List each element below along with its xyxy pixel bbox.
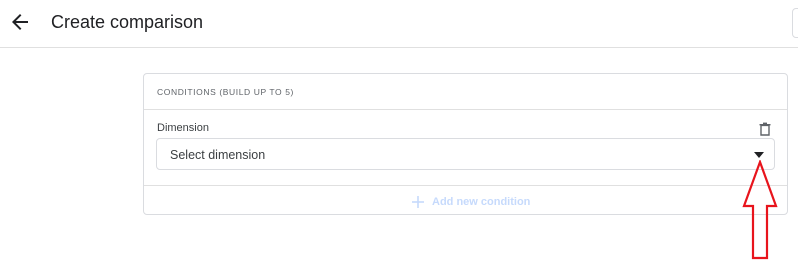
add-condition-label: Add new condition	[432, 196, 531, 208]
card-divider	[144, 185, 787, 186]
header-right-control[interactable]	[792, 8, 798, 38]
back-button[interactable]	[8, 10, 32, 34]
add-condition-button[interactable]: Add new condition	[412, 192, 530, 212]
conditions-card: CONDITIONS (BUILD UP TO 5) Dimension Sel…	[143, 73, 788, 215]
dropdown-arrow-icon[interactable]	[754, 152, 764, 158]
red-annotation-arrow	[742, 160, 778, 260]
dimension-select-value: Select dimension	[170, 148, 266, 162]
trash-icon	[759, 122, 771, 136]
dimension-label: Dimension	[157, 122, 209, 134]
create-comparison-page: Create comparison CONDITIONS (BUILD UP T…	[0, 0, 798, 268]
conditions-card-header: CONDITIONS (BUILD UP TO 5)	[144, 74, 787, 110]
dimension-select[interactable]: Select dimension	[156, 138, 775, 170]
page-header: Create comparison	[0, 0, 798, 48]
conditions-title: CONDITIONS (BUILD UP TO 5)	[157, 87, 294, 97]
plus-icon	[412, 196, 424, 208]
page-title: Create comparison	[51, 12, 204, 32]
delete-condition-button[interactable]	[758, 122, 772, 136]
arrow-back-icon	[12, 14, 28, 30]
